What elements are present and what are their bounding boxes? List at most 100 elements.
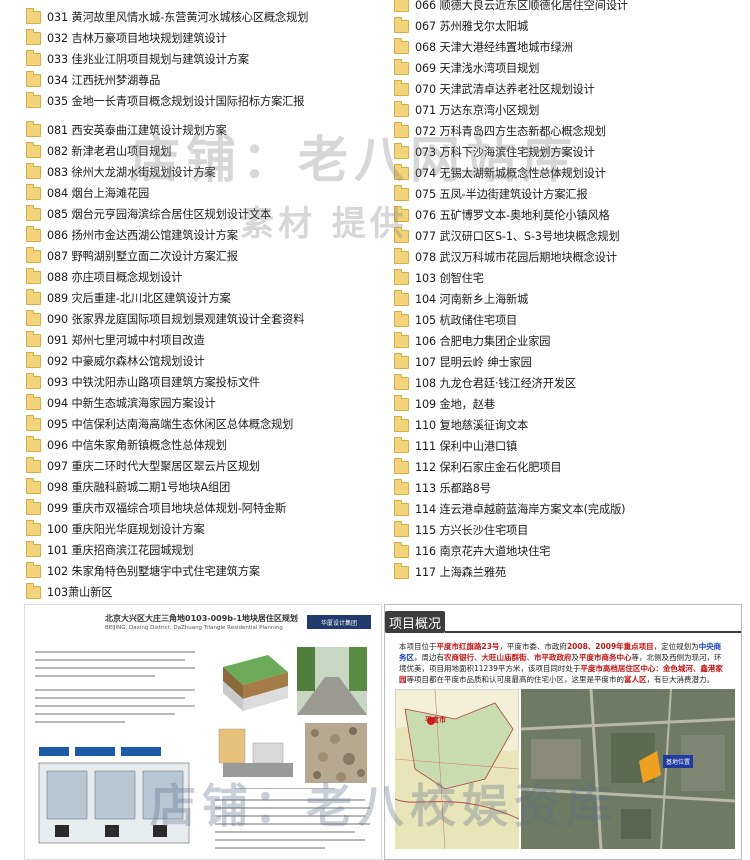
folder-label: 108 九龙仓君廷·钱江经济开发区 [415, 377, 577, 390]
file-folder-item[interactable]: 074 无锡太湖新城概念性总体规划设计 [394, 163, 606, 183]
folder-label: 033 佳兆业江阴项目规划与建筑设计方案 [47, 53, 249, 66]
file-folder-item[interactable]: 070 天津武清卓达养老社区规划设计 [394, 79, 595, 99]
file-folder-item[interactable]: 115 方兴长沙住宅项目 [394, 520, 528, 540]
folder-icon [394, 0, 409, 12]
file-folder-item[interactable]: 101 重庆招商滨江花园城规划 [26, 540, 194, 560]
file-folder-item[interactable]: 103 创智住宅 [394, 268, 484, 288]
folder-icon [26, 540, 41, 557]
file-folder-item[interactable]: 033 佳兆业江阴项目规划与建筑设计方案 [26, 49, 249, 69]
file-folder-item[interactable]: 073 万科下沙海滨住宅规划方案设计 [394, 142, 595, 162]
folder-label: 077 武汉研口区S-1、S-3号地块概念规划 [415, 230, 620, 243]
file-folder-item[interactable]: 072 万科青岛四方生态新都心概念规划 [394, 121, 606, 141]
diagram-caption [235, 788, 335, 789]
folder-icon [26, 288, 41, 305]
folder-label: 084 烟台上海滩花园 [47, 187, 150, 200]
folder-icon [26, 267, 41, 284]
preview-left-title: 北京大兴区大庄三角地0103-009b-1地块居住区规划 [105, 614, 298, 623]
folder-label: 098 重庆融科蔚城二期1号地块A组团 [47, 481, 231, 494]
description-segment: 2008、2009年重点项目 [566, 642, 654, 651]
folder-icon [394, 58, 409, 75]
file-folder-item[interactable]: 099 重庆市双福综合项目地块总体规划-阿特金斯 [26, 498, 286, 518]
file-folder-item[interactable]: 091 郑州七里河城中村项目改造 [26, 330, 205, 350]
file-folder-item[interactable]: 089 灾后重建-北川北区建筑设计方案 [26, 288, 231, 308]
file-folder-item[interactable]: 117 上海森兰雅苑 [394, 562, 506, 582]
file-folder-item[interactable]: 034 江西抚州梦湖尊品 [26, 70, 160, 90]
file-folder-item[interactable]: 082 新津老君山项目规划 [26, 141, 171, 161]
file-folder-item[interactable]: 103萧山新区 [26, 582, 113, 602]
map-city-label: 平度市 [425, 716, 446, 724]
folder-icon [394, 520, 409, 537]
file-folder-item[interactable]: 071 万达东京湾小区规划 [394, 100, 539, 120]
file-folder-item[interactable]: 066 顺德大良云近东区顺德化居住空间设计 [394, 0, 628, 15]
file-folder-item[interactable]: 114 连云港卓越蔚蓝海岸方案文本(完成版) [394, 499, 626, 519]
file-folder-item[interactable]: 113 乐都路8号 [394, 478, 491, 498]
folder-label: 109 金地，赵巷 [415, 398, 495, 411]
file-folder-item[interactable]: 106 合肥电力集团企业家园 [394, 331, 550, 351]
project-overview-header: 项目概况 [385, 611, 445, 633]
file-folder-item[interactable]: 100 重庆阳光华庭规划设计方案 [26, 519, 205, 539]
file-folder-item[interactable]: 095 中信保利达南海高端生态休闲区总体概念规划 [26, 414, 293, 434]
folder-icon [26, 162, 41, 179]
file-folder-item[interactable]: 093 中铁沈阳赤山路项目建筑方案投标文件 [26, 372, 260, 392]
file-folder-item[interactable]: 112 保利石家庄金石化肥项目 [394, 457, 562, 477]
file-folder-item[interactable]: 090 张家界龙庭国际项目规划景观建筑设计全套资料 [26, 309, 304, 329]
folder-icon [394, 79, 409, 96]
file-folder-item[interactable]: 084 烟台上海滩花园 [26, 183, 149, 203]
folder-icon [394, 184, 409, 201]
folder-icon [394, 16, 409, 33]
file-folder-item[interactable]: 069 天津浅水湾项目规划 [394, 58, 539, 78]
folder-icon [394, 247, 409, 264]
file-folder-item[interactable]: 105 杭政储住宅项目 [394, 310, 517, 330]
file-folder-item[interactable]: 078 武汉万科城市花园后期地块概念设计 [394, 247, 617, 267]
folder-label: 103 创智住宅 [415, 272, 484, 285]
file-folder-item[interactable]: 085 烟台元亨园海滨综合居住区规划设计文本 [26, 204, 271, 224]
file-folder-item[interactable]: 067 苏州雅戈尔太阳城 [394, 16, 528, 36]
folder-label: 074 无锡太湖新城概念性总体规划设计 [415, 167, 606, 180]
file-folder-item[interactable]: 086 扬州市金达西湖公馆建筑设计方案 [26, 225, 238, 245]
folder-icon [26, 393, 41, 410]
file-folder-item[interactable]: 111 保利中山港口镇 [394, 436, 517, 456]
file-folder-item[interactable]: 108 九龙仓君廷·钱江经济开发区 [394, 373, 576, 393]
folder-label: 067 苏州雅戈尔太阳城 [415, 20, 529, 33]
folder-icon [26, 141, 41, 158]
file-folder-item[interactable]: 075 五凤-半边街建筑设计方案汇报 [394, 184, 588, 204]
folder-icon [394, 499, 409, 516]
file-folder-item[interactable]: 104 河南新乡上海新城 [394, 289, 528, 309]
folder-icon [26, 456, 41, 473]
preview-left-document: 北京大兴区大庄三角地0103-009b-1地块居住区规划 BEIJING, Da… [24, 604, 382, 860]
file-folder-item[interactable]: 096 中信朱家角新镇概念性总体规划 [26, 435, 227, 455]
file-folder-item[interactable]: 116 南京花卉大道地块住宅 [394, 541, 550, 561]
file-folder-item[interactable]: 077 武汉研口区S-1、S-3号地块概念规划 [394, 226, 620, 246]
gravel-photo [305, 723, 367, 783]
file-folder-item[interactable]: 109 金地，赵巷 [394, 394, 495, 414]
file-folder-item[interactable]: 031 黄河故里风情水城-东营黄河水城核心区概念规划 [26, 7, 308, 27]
folder-icon [26, 498, 41, 515]
folder-icon [26, 120, 41, 137]
header-rule [445, 631, 741, 633]
file-folder-item[interactable]: 094 中新生态城滨海家园方案设计 [26, 393, 216, 413]
folder-label: 111 保利中山港口镇 [415, 440, 518, 453]
file-folder-item[interactable]: 088 亦庄项目概念规划设计 [26, 267, 182, 287]
file-folder-item[interactable]: 102 朱家角特色别墅塘宇中式住宅建筑方案 [26, 561, 260, 581]
file-folder-item[interactable]: 097 重庆二环时代大型聚居区翠云片区规划 [26, 456, 260, 476]
folder-icon [26, 225, 41, 242]
folder-label: 104 河南新乡上海新城 [415, 293, 529, 306]
description-segment: ，周边有 [414, 653, 444, 662]
folder-label: 097 重庆二环时代大型聚居区翠云片区规划 [47, 460, 260, 473]
folder-icon [26, 28, 41, 45]
file-folder-item[interactable]: 081 西安英泰曲江建筑设计规划方案 [26, 120, 227, 140]
file-folder-item[interactable]: 098 重庆融科蔚城二期1号地块A组团 [26, 477, 230, 497]
folder-icon [394, 541, 409, 558]
file-folder-item[interactable]: 035 金地一长青项目概念规划设计国际招标方案汇报 [26, 91, 304, 111]
file-folder-item[interactable]: 083 徐州大龙湖水街规划设计方案 [26, 162, 216, 182]
preview-left-subtitle: BEIJING, Daxing District, DaZhuang Trian… [105, 625, 283, 631]
file-folder-item[interactable]: 092 中豪威尔森林公馆规划设计 [26, 351, 205, 371]
water-tank-diagram [38, 747, 190, 844]
file-folder-item[interactable]: 032 吉林万豪项目地块规划建筑设计 [26, 28, 227, 48]
file-folder-item[interactable]: 087 野鸭湖别墅立面二次设计方案汇报 [26, 246, 238, 266]
file-folder-item[interactable]: 107 昆明云岭 绅士家园 [394, 352, 532, 372]
file-folder-item[interactable]: 110 复地慈溪征询文本 [394, 415, 528, 435]
file-folder-item[interactable]: 076 五矿博罗文本-奥地利莫伦小镇风格 [394, 205, 610, 225]
file-folder-item[interactable]: 068 天津大港经纬置地城市绿洲 [394, 37, 573, 57]
folder-label: 107 昆明云岭 绅士家园 [415, 356, 532, 369]
